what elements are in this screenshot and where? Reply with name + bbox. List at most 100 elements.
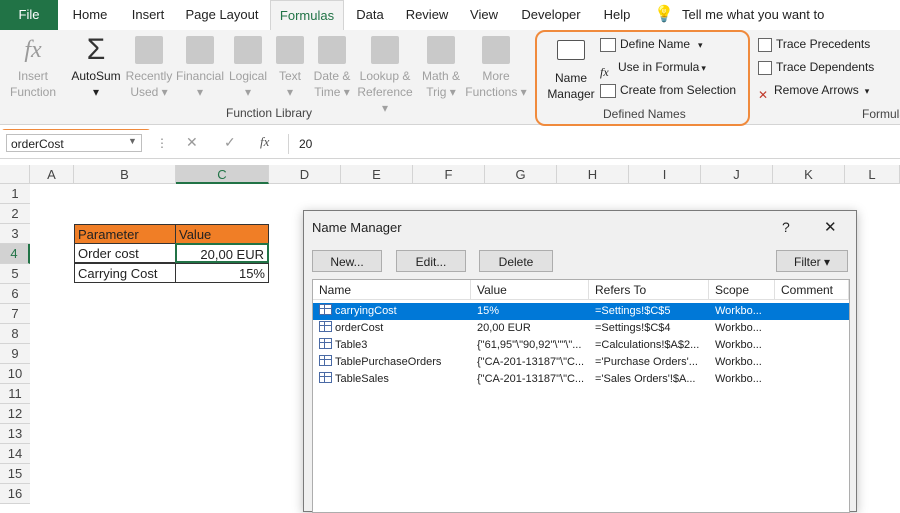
tab-home[interactable]: Home bbox=[66, 0, 114, 30]
column-header-scope[interactable]: Scope bbox=[709, 280, 775, 300]
list-item[interactable]: orderCost 20,00 EUR =Settings!$C$4 Workb… bbox=[313, 320, 849, 337]
row-header[interactable]: 12 bbox=[0, 404, 30, 424]
column-header-f[interactable]: F bbox=[413, 165, 485, 184]
row-header[interactable]: 4 bbox=[0, 244, 30, 264]
text-book-icon bbox=[276, 36, 304, 64]
column-header-b[interactable]: B bbox=[74, 165, 176, 184]
list-item[interactable]: Table3 {"61,95"\"90,92"\""\"... =Calcula… bbox=[313, 337, 849, 354]
row-header[interactable]: 6 bbox=[0, 284, 30, 304]
tab-view[interactable]: View bbox=[464, 0, 504, 30]
table-icon bbox=[319, 355, 332, 366]
cell-c5[interactable]: 15% bbox=[175, 263, 269, 283]
tab-data[interactable]: Data bbox=[350, 0, 390, 30]
column-header-e[interactable]: E bbox=[341, 165, 413, 184]
define-name-button[interactable]: Define Name ▾ bbox=[600, 34, 703, 54]
help-button[interactable]: ? bbox=[782, 219, 790, 235]
row-header[interactable]: 14 bbox=[0, 444, 30, 464]
tell-me-search[interactable]: Tell me what you want to do bbox=[682, 0, 842, 52]
new-button[interactable]: New... bbox=[312, 250, 382, 272]
list-item-value: {"CA-201-13187"\"C... bbox=[477, 373, 585, 385]
row-header[interactable]: 9 bbox=[0, 344, 30, 364]
financial-button[interactable]: Financial ▾ bbox=[174, 34, 226, 100]
insert-function-button[interactable]: fx Insert Function bbox=[6, 34, 60, 100]
math-trig-button[interactable]: Math & Trig ▾ bbox=[416, 34, 466, 100]
tab-file[interactable]: File bbox=[0, 0, 58, 30]
define-name-label: Define Name bbox=[620, 37, 691, 51]
more-functions-button[interactable]: More Functions ▾ bbox=[464, 34, 528, 100]
row-header[interactable]: 1 bbox=[0, 184, 30, 204]
column-header-name[interactable]: Name bbox=[313, 280, 471, 300]
row-header[interactable]: 15 bbox=[0, 464, 30, 484]
row-header[interactable]: 8 bbox=[0, 324, 30, 344]
column-header-d[interactable]: D bbox=[269, 165, 341, 184]
close-icon[interactable]: ✕ bbox=[824, 218, 837, 236]
list-item-scope: Workbo... bbox=[715, 356, 762, 368]
column-header-i[interactable]: I bbox=[629, 165, 701, 184]
row-header[interactable]: 7 bbox=[0, 304, 30, 324]
row-header[interactable]: 11 bbox=[0, 384, 30, 404]
name-box-dropdown-icon[interactable]: ▼ bbox=[128, 136, 137, 146]
tab-help[interactable]: Help bbox=[596, 0, 638, 30]
select-all-corner[interactable] bbox=[0, 165, 30, 184]
row-header[interactable]: 10 bbox=[0, 364, 30, 384]
autosum-button[interactable]: Σ AutoSum ▾ bbox=[68, 34, 124, 100]
logical-label: Logical bbox=[228, 69, 268, 83]
delete-button[interactable]: Delete bbox=[479, 250, 553, 272]
tab-page-layout[interactable]: Page Layout bbox=[182, 0, 262, 30]
row-header[interactable]: 13 bbox=[0, 424, 30, 444]
row-header[interactable]: 16 bbox=[0, 484, 30, 504]
trace-dependents-button[interactable]: Trace Dependents bbox=[758, 57, 874, 77]
row-header[interactable]: 3 bbox=[0, 224, 30, 244]
list-item[interactable]: TableSales {"CA-201-13187"\"C... ='Sales… bbox=[313, 371, 849, 388]
list-item[interactable]: TablePurchaseOrders {"CA-201-13187"\"C..… bbox=[313, 354, 849, 371]
column-header-g[interactable]: G bbox=[485, 165, 557, 184]
name-manager-label2: Manager bbox=[547, 87, 595, 101]
column-header-j[interactable]: J bbox=[701, 165, 773, 184]
name-box[interactable]: orderCost bbox=[6, 134, 142, 152]
column-header-k[interactable]: K bbox=[773, 165, 845, 184]
cell-c4-selected[interactable]: 20,00 EUR bbox=[175, 243, 269, 263]
list-item[interactable]: carryingCost 15% =Settings!$C$5 Workbo..… bbox=[313, 303, 849, 320]
create-from-selection-button[interactable]: Create from Selection bbox=[600, 80, 736, 100]
tab-review[interactable]: Review bbox=[400, 0, 454, 30]
name-text: carryingCost bbox=[335, 305, 397, 317]
list-item-refers: =Calculations!$A$2... bbox=[595, 339, 700, 351]
cell-b4[interactable]: Order cost bbox=[74, 243, 176, 263]
financial-dropdown: ▾ bbox=[196, 85, 204, 99]
row-header[interactable]: 2 bbox=[0, 204, 30, 224]
enter-check-icon[interactable]: ✓ bbox=[224, 134, 236, 151]
magnifier-book-icon bbox=[371, 36, 399, 64]
date-time-button[interactable]: Date & Time ▾ bbox=[310, 34, 354, 100]
tab-developer[interactable]: Developer bbox=[516, 0, 586, 30]
remove-arrows-button[interactable]: ✕ Remove Arrows ▾ bbox=[758, 80, 870, 102]
formula-input[interactable]: 20 bbox=[288, 134, 900, 154]
name-text: orderCost bbox=[335, 322, 384, 334]
cell-b5[interactable]: Carrying Cost bbox=[74, 263, 176, 283]
logical-button[interactable]: Logical ▾ bbox=[226, 34, 270, 100]
edit-button[interactable]: Edit... bbox=[396, 250, 466, 272]
cancel-icon[interactable]: ✕ bbox=[186, 134, 198, 151]
name-manager-button[interactable]: Name Manager bbox=[544, 38, 598, 102]
cell-c3-header[interactable]: Value bbox=[175, 224, 269, 244]
column-header-a[interactable]: A bbox=[30, 165, 74, 184]
row-header[interactable]: 5 bbox=[0, 264, 30, 284]
tab-formulas[interactable]: Formulas bbox=[270, 0, 344, 31]
insert-function-fx-icon[interactable]: fx bbox=[260, 134, 269, 150]
cell-b3-header[interactable]: Parameter bbox=[74, 224, 176, 244]
list-item-name: TableSales bbox=[319, 371, 469, 388]
lookup-reference-button[interactable]: Lookup & Reference ▾ bbox=[354, 34, 416, 116]
column-header-h[interactable]: H bbox=[557, 165, 629, 184]
text-button[interactable]: Text ▾ bbox=[270, 34, 310, 100]
names-list[interactable]: Name Value Refers To Scope Comment carry… bbox=[312, 279, 850, 513]
column-header-value[interactable]: Value bbox=[471, 280, 589, 300]
column-header-l[interactable]: L bbox=[845, 165, 900, 184]
trace-precedents-button[interactable]: Trace Precedents bbox=[758, 34, 870, 54]
column-header-comment[interactable]: Comment bbox=[775, 280, 849, 300]
column-header-c[interactable]: C bbox=[176, 165, 269, 184]
column-header-refers-to[interactable]: Refers To bbox=[589, 280, 709, 300]
filter-button[interactable]: Filter ▾ bbox=[776, 250, 848, 272]
chevron-down-icon: ▾ bbox=[864, 86, 870, 96]
use-in-formula-button[interactable]: fx Use in Formula ▾ bbox=[600, 57, 706, 79]
tab-insert[interactable]: Insert bbox=[124, 0, 172, 30]
recently-used-button[interactable]: Recently Used ▾ bbox=[124, 34, 174, 100]
